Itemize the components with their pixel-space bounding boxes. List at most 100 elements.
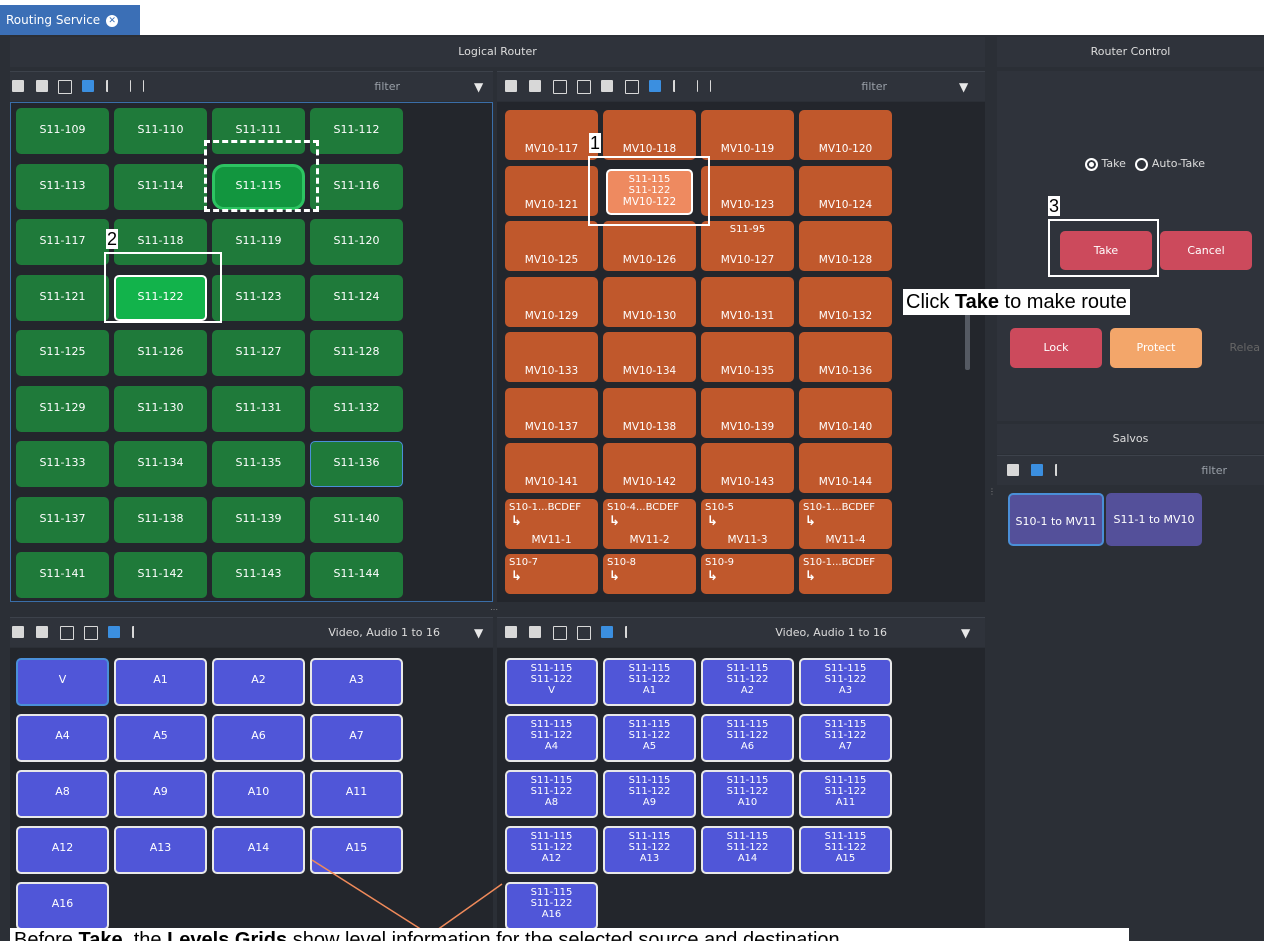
source-level-button[interactable]: A7 (310, 714, 403, 762)
dest-level-button[interactable]: S11-115 S11-122 A2 (701, 658, 794, 706)
splitter-handle[interactable]: ⋯ (490, 605, 498, 614)
source-level-button[interactable]: A6 (212, 714, 305, 762)
source-button[interactable]: S11-126 (114, 330, 207, 376)
source-level-button[interactable]: A12 (16, 826, 109, 874)
sort-asc-icon[interactable] (649, 80, 661, 92)
source-button[interactable]: S11-120 (310, 219, 403, 265)
destination-button[interactable]: MV10-136 (799, 332, 892, 382)
destination-button[interactable]: MV10-137 (505, 387, 598, 438)
destination-button[interactable]: MV10-121 (505, 165, 598, 216)
destination-button[interactable]: MV10-125 (505, 221, 598, 271)
source-button[interactable]: S11-117 (16, 219, 109, 265)
destination-button[interactable]: MV10-126 (603, 221, 696, 271)
dest-level-button[interactable]: S11-115 S11-122 A13 (603, 826, 696, 874)
source-button[interactable]: S11-139 (212, 496, 305, 543)
large-grid-icon[interactable] (36, 626, 48, 638)
dest-level-button[interactable]: S11-115 S11-122 A1 (603, 658, 696, 706)
source-level-button[interactable]: A4 (16, 714, 109, 762)
take-mode-radio[interactable]: Take Auto-Take (1085, 157, 1205, 171)
source-level-button[interactable]: A10 (212, 770, 305, 818)
document-icon[interactable] (529, 80, 541, 92)
tab-routing-service[interactable]: Routing Service ✕ (0, 5, 140, 35)
source-button[interactable]: S11-133 (16, 441, 109, 487)
dest-level-button[interactable]: S11-115 S11-122 A5 (603, 714, 696, 762)
destination-button[interactable]: S10-5 ↳ MV11-3 (701, 498, 794, 549)
dest-level-button[interactable]: S11-115 S11-122 A8 (505, 770, 598, 818)
source-button[interactable]: S11-140 (310, 496, 403, 543)
source-button[interactable]: S11-121 (16, 274, 109, 321)
source-button[interactable]: S11-131 (212, 385, 305, 432)
destination-filter-input[interactable]: filter (797, 72, 887, 102)
list-view-icon[interactable] (505, 626, 517, 638)
destination-button[interactable]: MV10-128 (799, 221, 892, 271)
destination-button[interactable]: MV10-140 (799, 387, 892, 438)
large-grid-icon[interactable] (529, 626, 541, 638)
source-button[interactable]: S11-124 (310, 274, 403, 321)
source-button[interactable]: S11-136 (310, 441, 403, 487)
salvo-button[interactable]: S10-1 to MV11 (1008, 493, 1104, 546)
release-button[interactable]: Relea (1212, 328, 1264, 368)
destination-button[interactable]: MV10-138 (603, 387, 696, 438)
large-grid-icon[interactable] (601, 80, 613, 92)
destination-button[interactable]: MV10-120 (799, 110, 892, 160)
source-button[interactable]: S11-132 (310, 385, 403, 432)
source-button[interactable]: S11-141 (16, 552, 109, 598)
source-button[interactable]: S11-144 (310, 552, 403, 598)
source-button[interactable]: S11-142 (114, 552, 207, 598)
destination-button[interactable]: S10-7 ↳ (505, 554, 598, 594)
list-view-icon[interactable] (1007, 464, 1019, 476)
source-level-button[interactable]: A16 (16, 882, 109, 930)
dest-levels-filter[interactable]: Video, Audio 1 to 16 (697, 618, 887, 648)
sort-desc-icon[interactable] (1055, 464, 1069, 476)
sort-asc-icon[interactable] (1031, 464, 1043, 476)
destination-button[interactable]: MV10-117 (505, 110, 598, 160)
fit-width-icon[interactable] (130, 80, 144, 92)
source-button[interactable]: S11-116 (310, 163, 403, 210)
destination-button[interactable]: S10-4...BCDEF ↳ MV11-2 (603, 498, 696, 549)
paste-icon[interactable] (577, 80, 591, 94)
destination-button[interactable]: MV10-141 (505, 443, 598, 493)
source-button[interactable]: S11-113 (16, 163, 109, 210)
filter-icon[interactable]: ▼ (474, 80, 483, 94)
source-filter-input[interactable]: filter (310, 72, 400, 102)
destination-button[interactable]: S10-1...BCDEF ↳ (799, 554, 892, 594)
source-button[interactable]: S11-135 (212, 441, 305, 487)
destination-button[interactable]: S10-8 ↳ (603, 554, 696, 594)
dest-level-button[interactable]: S11-115 S11-122 A6 (701, 714, 794, 762)
small-grid-icon[interactable] (60, 626, 74, 640)
destination-button[interactable]: MV10-130 (603, 276, 696, 327)
source-button[interactable]: S11-130 (114, 385, 207, 432)
source-button[interactable]: S11-127 (212, 330, 305, 376)
destination-button[interactable]: MV10-129 (505, 276, 598, 327)
dest-level-button[interactable]: S11-115 S11-122 A11 (799, 770, 892, 818)
protect-button[interactable]: Protect (1110, 328, 1202, 368)
filter-icon[interactable]: ▼ (474, 626, 483, 640)
salvos-filter-input[interactable]: filter (1137, 456, 1227, 486)
source-button[interactable]: S11-114 (114, 163, 207, 210)
destination-button[interactable]: MV10-119 (701, 110, 794, 160)
filter-icon[interactable]: ▼ (959, 80, 968, 94)
destination-button[interactable]: MV10-123 (701, 165, 794, 216)
source-button[interactable]: S11-110 (114, 108, 207, 154)
sort-desc-icon[interactable] (106, 80, 120, 92)
destination-button[interactable]: S11-95 MV10-127 (701, 221, 794, 271)
dest-level-button[interactable]: S11-115 S11-122 A4 (505, 714, 598, 762)
source-button[interactable]: S11-134 (114, 441, 207, 487)
list-view-icon[interactable] (12, 80, 24, 92)
source-button[interactable]: S11-143 (212, 552, 305, 598)
source-button[interactable]: S11-119 (212, 219, 305, 265)
dest-level-button[interactable]: S11-115 S11-122 A7 (799, 714, 892, 762)
destination-button[interactable]: MV10-134 (603, 332, 696, 382)
destination-button[interactable]: MV10-131 (701, 276, 794, 327)
dest-level-button[interactable]: S11-115 S11-122 A10 (701, 770, 794, 818)
small-grid-icon[interactable] (553, 626, 567, 640)
source-level-button[interactable]: A9 (114, 770, 207, 818)
dest-level-button[interactable]: S11-115 S11-122 V (505, 658, 598, 706)
dest-level-button[interactable]: S11-115 S11-122 A3 (799, 658, 892, 706)
destination-button[interactable]: MV10-144 (799, 443, 892, 493)
filter-icon[interactable]: ▼ (961, 626, 970, 640)
large-grid-icon[interactable] (36, 80, 48, 92)
grid-icon[interactable] (577, 626, 591, 640)
destination-button[interactable]: S10-9 ↳ (701, 554, 794, 594)
source-button[interactable]: S11-129 (16, 385, 109, 432)
